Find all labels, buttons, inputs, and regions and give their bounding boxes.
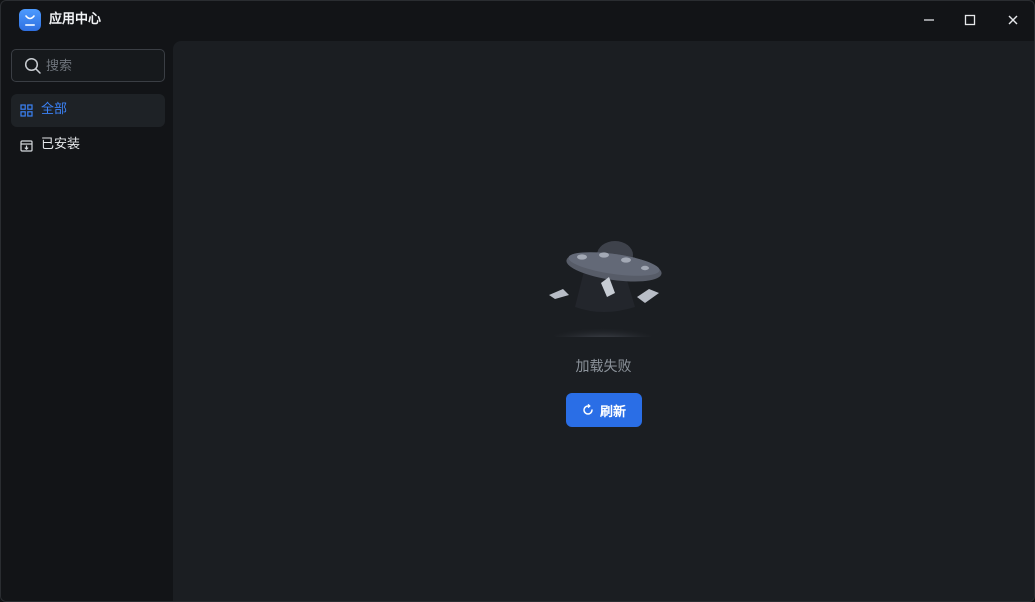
grid-icon xyxy=(20,104,33,117)
minimize-button[interactable] xyxy=(915,9,943,31)
ufo-illustration xyxy=(549,241,662,337)
close-button[interactable] xyxy=(999,9,1027,31)
main-content: 加载失败 刷新 xyxy=(173,41,1034,601)
installed-box-icon xyxy=(20,140,33,152)
sidebar: 全部 已安装 xyxy=(1,39,173,601)
search-icon xyxy=(24,57,41,74)
search-input[interactable] xyxy=(46,56,156,76)
app-title: 应用中心 xyxy=(49,12,102,27)
close-icon xyxy=(1008,15,1018,25)
app-window: 应用中心 搜索 全部 已安装 加载失败 刷新 xyxy=(0,0,1035,602)
sidebar-item-label: 已安装 xyxy=(41,137,81,152)
load-failed-message: 加载失败 xyxy=(575,359,632,375)
refresh-button-label: 刷新 xyxy=(599,404,626,420)
maximize-button[interactable] xyxy=(956,9,984,31)
minimize-icon xyxy=(924,19,934,21)
sidebar-item-label: 全部 xyxy=(41,102,68,117)
sidebar-item-all[interactable]: 全部 xyxy=(11,94,165,127)
search-box[interactable] xyxy=(11,49,165,82)
store-bag-icon xyxy=(19,9,41,31)
title-bar[interactable]: 应用中心 xyxy=(1,1,1034,39)
maximize-icon xyxy=(964,14,976,26)
refresh-button[interactable]: 刷新 xyxy=(566,393,642,427)
sidebar-item-installed[interactable]: 已安装 xyxy=(11,129,165,162)
refresh-icon xyxy=(583,404,593,415)
